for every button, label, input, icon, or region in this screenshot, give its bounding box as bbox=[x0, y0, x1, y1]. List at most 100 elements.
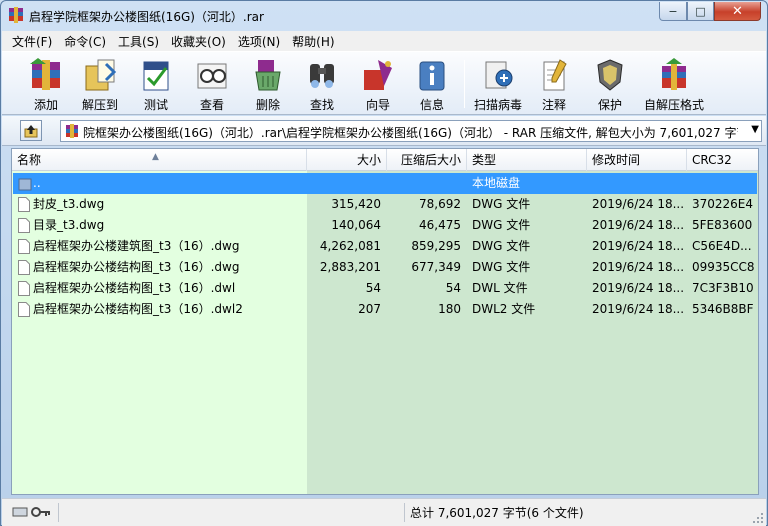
info-button[interactable]: 信息 bbox=[406, 55, 458, 113]
minimize-button[interactable]: − bbox=[659, 2, 687, 21]
status-divider bbox=[58, 503, 59, 522]
file-packed: 180 bbox=[438, 302, 461, 316]
column-header-crc[interactable]: CRC32 bbox=[687, 149, 758, 171]
file-icon bbox=[18, 239, 30, 254]
file-packed: 859,295 bbox=[411, 239, 461, 253]
file-size: 2,883,201 bbox=[319, 260, 381, 274]
title-bar[interactable]: 启程学院框架办公楼图纸(16G)（河北）.rar − □ ✕ bbox=[1, 1, 767, 31]
virus-scan-icon bbox=[485, 61, 513, 89]
delete-button[interactable]: 删除 bbox=[242, 55, 294, 113]
column-header-name[interactable]: 名称 ▲ bbox=[12, 149, 307, 171]
up-folder-button[interactable] bbox=[20, 120, 42, 141]
add-archive-icon bbox=[30, 58, 60, 90]
up-arrow-icon bbox=[24, 124, 38, 137]
file-name: 启程框架办公楼结构图_t3（16）.dwl bbox=[33, 281, 236, 295]
protect-icon bbox=[597, 59, 623, 91]
parent-type: 本地磁盘 bbox=[472, 176, 521, 190]
file-modified: 2019/6/24 18... bbox=[592, 281, 685, 295]
table-row[interactable]: 封皮_t3.dwg 315,420 78,692 DWG 文件 2019/6/2… bbox=[13, 194, 757, 215]
file-icon bbox=[18, 218, 30, 233]
winrar-window: 启程学院框架办公楼图纸(16G)（河北）.rar − □ ✕ 文件(F) 命令(… bbox=[0, 0, 768, 526]
resize-grip-icon[interactable] bbox=[752, 512, 764, 524]
file-size: 207 bbox=[358, 302, 381, 316]
file-type: DWG 文件 bbox=[472, 239, 531, 253]
maximize-button[interactable]: □ bbox=[687, 2, 714, 21]
file-type: DWG 文件 bbox=[472, 218, 531, 232]
add-button[interactable]: 添加 bbox=[20, 55, 72, 113]
file-name: 启程框架办公楼建筑图_t3（16）.dwg bbox=[33, 239, 240, 253]
table-row[interactable]: 启程框架办公楼建筑图_t3（16）.dwg 4,262,081 859,295 … bbox=[13, 236, 757, 257]
winrar-app-icon[interactable] bbox=[8, 7, 24, 23]
wizard-label: 向导 bbox=[365, 98, 390, 112]
view-label: 查看 bbox=[199, 98, 224, 112]
file-size: 54 bbox=[365, 281, 381, 295]
status-summary: 总计 7,601,027 字节(6 个文件) bbox=[410, 506, 584, 520]
list-header: 名称 ▲ 大小 压缩后大小 类型 修改时间 CRC32 bbox=[12, 149, 758, 171]
test-button[interactable]: 测试 bbox=[130, 55, 182, 113]
file-icon bbox=[18, 302, 30, 317]
close-button[interactable]: ✕ bbox=[714, 2, 761, 21]
file-size: 4,262,081 bbox=[319, 239, 381, 253]
chevron-down-icon[interactable]: ▼ bbox=[751, 124, 759, 135]
find-button[interactable]: 查找 bbox=[296, 55, 348, 113]
sfx-icon bbox=[662, 58, 686, 90]
view-button[interactable]: 查看 bbox=[186, 55, 238, 113]
file-icon bbox=[18, 281, 30, 296]
sfx-button[interactable]: 自解压格式 bbox=[640, 55, 708, 113]
toolbar-separator bbox=[464, 60, 465, 108]
menu-commands[interactable]: 命令(C) bbox=[58, 33, 112, 50]
wizard-icon bbox=[364, 60, 392, 90]
toolbar: 添加 解压到 测试 查看 删除 查找 向导 信息 扫描病毒 注释 保护 自解压格… bbox=[2, 51, 766, 115]
menu-favorites[interactable]: 收藏夹(O) bbox=[165, 33, 232, 50]
table-row[interactable]: 启程框架办公楼结构图_t3（16）.dwl2 207 180 DWL2 文件 2… bbox=[13, 299, 757, 320]
table-row[interactable]: 启程框架办公楼结构图_t3（16）.dwl 54 54 DWL 文件 2019/… bbox=[13, 278, 757, 299]
address-bar: 院框架办公楼图纸(16G)（河北）.rar\启程学院框架办公楼图纸(16G)（河… bbox=[2, 116, 766, 146]
sfx-label: 自解压格式 bbox=[643, 98, 704, 112]
file-icon bbox=[18, 197, 30, 212]
wizard-button[interactable]: 向导 bbox=[352, 55, 404, 113]
file-name: 目录_t3.dwg bbox=[33, 218, 105, 232]
file-name: 启程框架办公楼结构图_t3（16）.dwl2 bbox=[33, 302, 243, 316]
file-packed: 677,349 bbox=[411, 260, 461, 274]
menu-options[interactable]: 选项(N) bbox=[232, 33, 286, 50]
menu-tools[interactable]: 工具(S) bbox=[112, 33, 165, 50]
file-crc: 5346B8BF bbox=[692, 302, 754, 316]
file-type: DWG 文件 bbox=[472, 260, 531, 274]
column-name-label: 名称 bbox=[17, 153, 42, 167]
menu-file[interactable]: 文件(F) bbox=[6, 33, 58, 50]
drive-key-icon[interactable] bbox=[12, 505, 52, 519]
file-modified: 2019/6/24 18... bbox=[592, 218, 685, 232]
file-packed: 78,692 bbox=[419, 197, 461, 211]
menu-bar: 文件(F) 命令(C) 工具(S) 收藏夹(O) 选项(N) 帮助(H) bbox=[2, 31, 766, 51]
file-list[interactable]: 名称 ▲ 大小 压缩后大小 类型 修改时间 CRC32 .. 本地磁盘 封皮_t… bbox=[11, 148, 759, 495]
virus-scan-button[interactable]: 扫描病毒 bbox=[472, 55, 524, 113]
window-title: 启程学院框架办公楼图纸(16G)（河北）.rar bbox=[29, 10, 264, 24]
path-combobox[interactable]: 院框架办公楼图纸(16G)（河北）.rar\启程学院框架办公楼图纸(16G)（河… bbox=[60, 120, 762, 142]
protect-button[interactable]: 保护 bbox=[584, 55, 636, 113]
column-header-modified[interactable]: 修改时间 bbox=[587, 149, 687, 171]
file-crc: C56E4D... bbox=[692, 239, 752, 253]
column-header-packed[interactable]: 压缩后大小 bbox=[387, 149, 467, 171]
find-icon bbox=[310, 64, 334, 88]
column-header-size[interactable]: 大小 bbox=[307, 149, 387, 171]
virus-scan-label: 扫描病毒 bbox=[473, 98, 522, 112]
parent-folder-row[interactable]: .. 本地磁盘 bbox=[13, 173, 757, 194]
file-type: DWG 文件 bbox=[472, 197, 531, 211]
status-divider bbox=[404, 503, 405, 522]
sort-ascending-icon: ▲ bbox=[152, 152, 159, 162]
parent-name: .. bbox=[33, 176, 41, 190]
menu-help[interactable]: 帮助(H) bbox=[286, 33, 340, 50]
file-packed: 46,475 bbox=[419, 218, 461, 232]
table-row[interactable]: 启程框架办公楼结构图_t3（16）.dwg 2,883,201 677,349 … bbox=[13, 257, 757, 278]
view-icon bbox=[197, 63, 227, 89]
comment-button[interactable]: 注释 bbox=[528, 55, 580, 113]
file-modified: 2019/6/24 18... bbox=[592, 239, 685, 253]
disk-folder-icon bbox=[18, 178, 32, 191]
info-label: 信息 bbox=[419, 98, 444, 112]
extract-to-button[interactable]: 解压到 bbox=[74, 55, 126, 113]
column-header-type[interactable]: 类型 bbox=[467, 149, 587, 171]
file-crc: 370226E4 bbox=[692, 197, 754, 211]
maximize-icon: □ bbox=[695, 4, 706, 18]
comment-label: 注释 bbox=[541, 98, 566, 112]
table-row[interactable]: 目录_t3.dwg 140,064 46,475 DWG 文件 2019/6/2… bbox=[13, 215, 757, 236]
